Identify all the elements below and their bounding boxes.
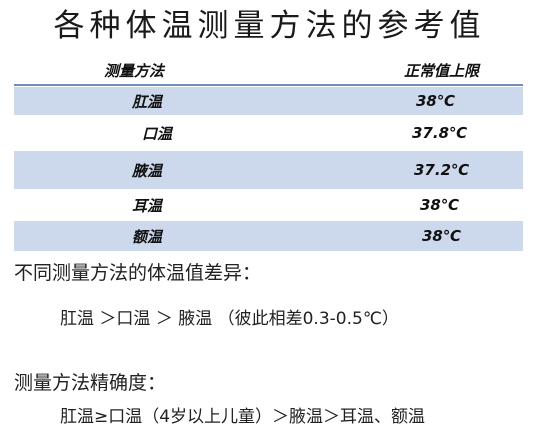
accuracy-text: 肛温≥口温（4岁以上儿童）＞腋温＞耳温、额温 xyxy=(60,407,426,427)
difference-text: 肛温 ＞口温 ＞ 腋温 （彼此相差0.3-0.5℃） xyxy=(60,309,399,329)
table-row: 口温 37.8℃ xyxy=(14,116,523,150)
limit-cell: 37.8℃ xyxy=(412,124,468,142)
section-heading-difference: 不同测量方法的体温值差异： xyxy=(14,262,262,284)
page-title: 各种体温测量方法的参考值 xyxy=(53,8,486,44)
method-cell: 腋温 xyxy=(132,161,163,180)
table-header-row: 测量方法 正常值上限 xyxy=(14,56,523,86)
limit-cell: 37.2℃ xyxy=(414,161,470,179)
table-row: 耳温 38℃ xyxy=(14,190,523,220)
table-row: 肛温 38℃ xyxy=(14,86,523,116)
limit-cell: 38℃ xyxy=(420,196,460,214)
reference-table: 测量方法 正常值上限 肛温 38℃ 口温 37.8℃ 腋温 37.2℃ 耳温 3… xyxy=(14,56,523,252)
limit-cell: 38℃ xyxy=(416,92,456,110)
section-heading-accuracy: 测量方法精确度： xyxy=(14,372,167,394)
limit-cell: 38℃ xyxy=(422,227,462,245)
header-limit: 正常值上限 xyxy=(404,61,480,80)
method-cell: 额温 xyxy=(132,227,163,246)
method-cell: 肛温 xyxy=(132,92,163,111)
method-cell: 耳温 xyxy=(132,196,163,215)
header-method: 测量方法 xyxy=(104,61,165,80)
table-row: 腋温 37.2℃ xyxy=(14,150,523,190)
table-row: 额温 38℃ xyxy=(14,220,523,252)
method-cell: 口温 xyxy=(142,124,173,143)
